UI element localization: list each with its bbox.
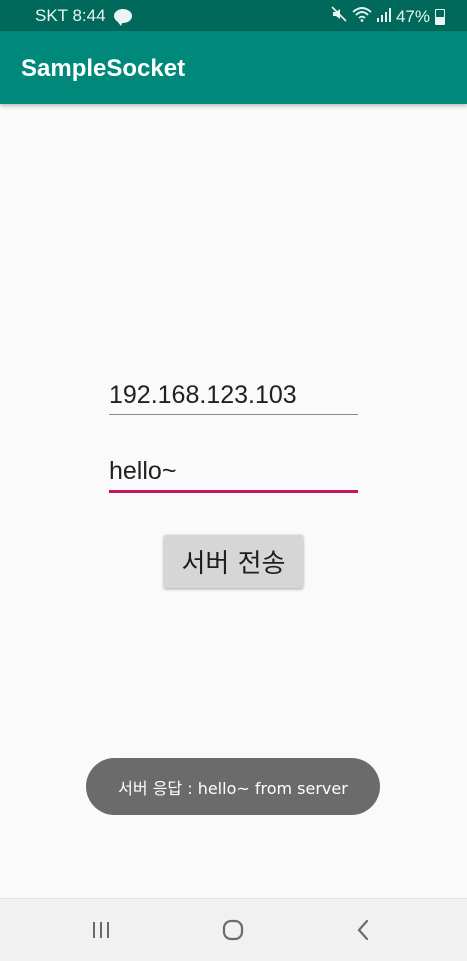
server-ip-input[interactable]: 192.168.123.103 (109, 378, 358, 415)
home-icon (222, 919, 244, 941)
mute-icon (331, 6, 347, 27)
server-response-toast: 서버 응답 : hello~ from server (86, 758, 380, 815)
wifi-icon (352, 6, 372, 27)
status-bar: SKT 8:44 47% (0, 0, 467, 31)
toast-text: 서버 응답 : hello~ from server (118, 778, 348, 798)
signal-icon (376, 7, 391, 27)
carrier-time: SKT 8:44 (35, 6, 106, 25)
kakaotalk-icon (113, 9, 132, 26)
battery-icon (435, 8, 445, 25)
recents-button[interactable] (86, 915, 116, 945)
recents-icon (93, 922, 109, 938)
app-title: SampleSocket (21, 55, 186, 82)
server-ip-value: 192.168.123.103 (109, 381, 297, 409)
navigation-bar (0, 898, 467, 961)
app-bar: SampleSocket (0, 31, 467, 104)
message-input[interactable]: hello~ (109, 454, 358, 493)
send-to-server-button[interactable]: 서버 전송 (164, 535, 303, 588)
back-icon (357, 919, 369, 941)
home-button[interactable] (218, 915, 248, 945)
back-button[interactable] (348, 915, 378, 945)
status-right: 47% (331, 6, 445, 27)
message-value: hello~ (109, 457, 177, 485)
status-left: SKT 8:44 (35, 6, 132, 26)
battery-percent: 47% (395, 6, 430, 26)
